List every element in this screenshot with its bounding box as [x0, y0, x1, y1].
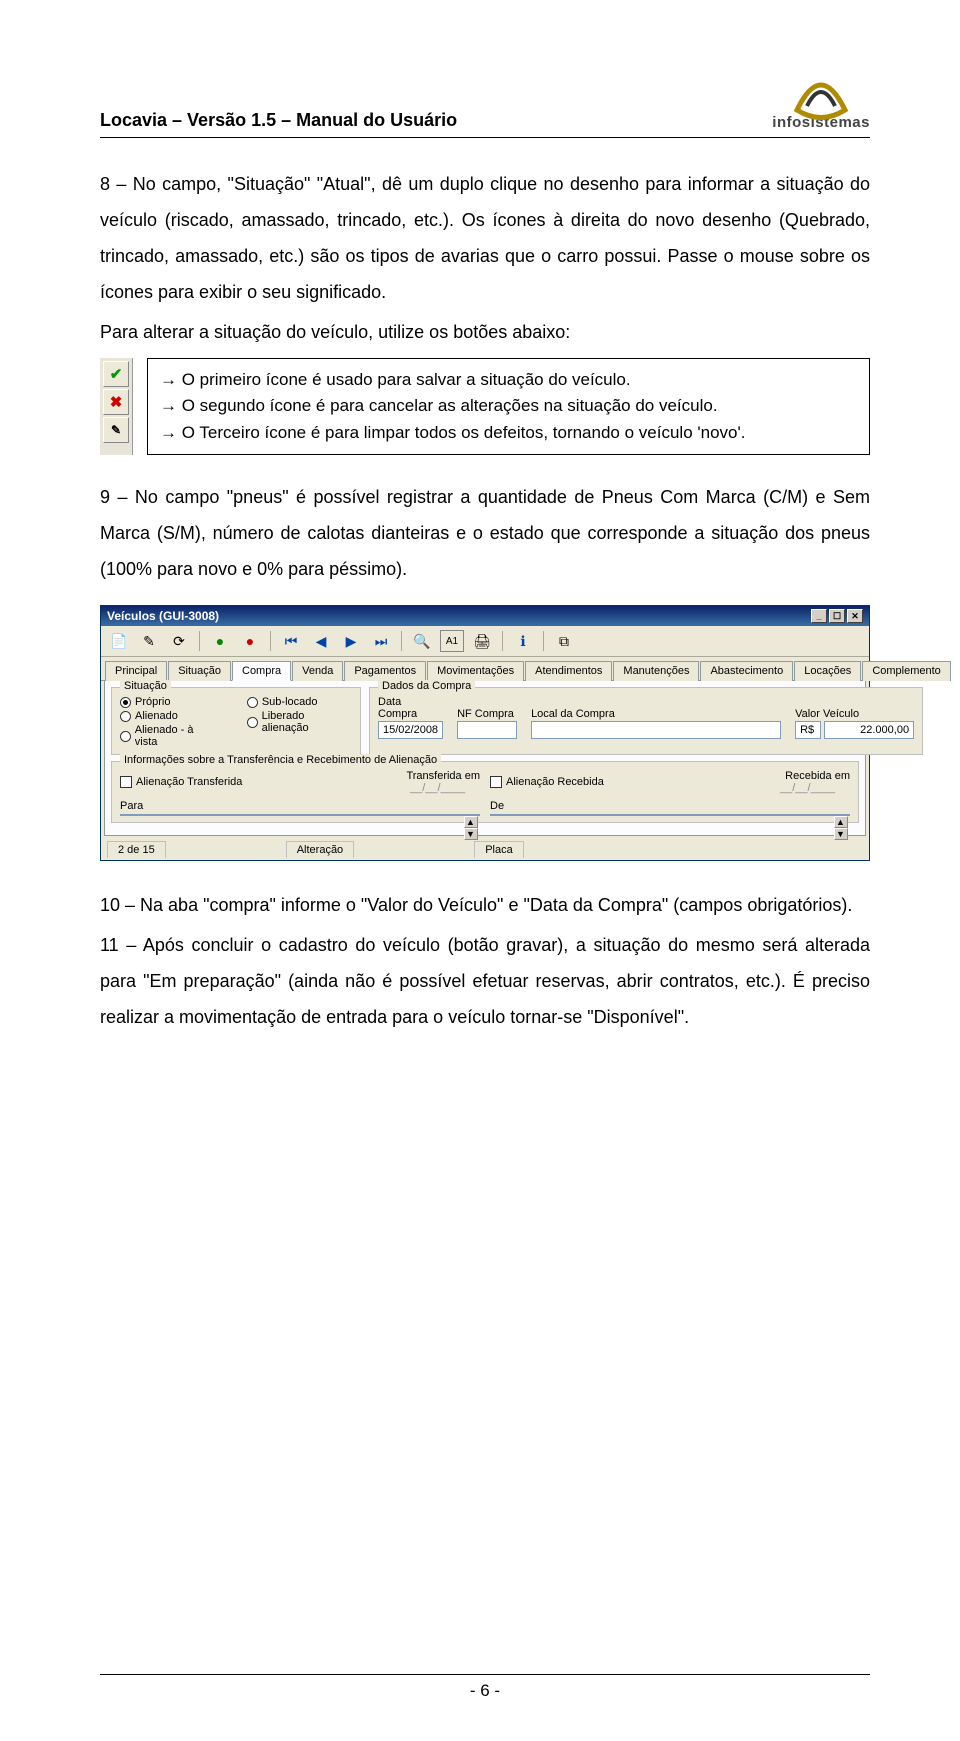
prev-icon[interactable]: ◀ — [309, 630, 333, 652]
tab-movimentacoes[interactable]: Movimentações — [427, 661, 524, 681]
search-icon[interactable]: 🔍 — [410, 630, 434, 652]
dados-compra-group: Dados da Compra Data Compra 15/02/2008 N… — [369, 687, 923, 755]
minimize-button[interactable]: _ — [811, 609, 827, 623]
para-label: Para — [120, 800, 480, 812]
check-transferida[interactable]: Alienação Transferida — [120, 776, 242, 788]
record-alteracao: Alteração — [286, 841, 354, 858]
situacao-group: Situação Próprio Alienado Alienado - à v… — [111, 687, 361, 755]
tab-complemento[interactable]: Complemento — [862, 661, 950, 681]
paragraph-10: 10 – Na aba "compra" informe o "Valor do… — [100, 887, 870, 923]
scroll-up-icon-2[interactable]: ▲ — [834, 816, 848, 828]
clear-defects-button[interactable]: ✎ — [103, 417, 129, 443]
paragraph-8: 8 – No campo, "Situação" "Atual", dê um … — [100, 166, 870, 310]
local-compra-input[interactable] — [531, 721, 781, 739]
check-transferida-label: Alienação Transferida — [136, 776, 242, 788]
page-number: - 6 - — [470, 1681, 500, 1700]
recebida-em-input[interactable]: __/__/____ — [780, 782, 850, 794]
print-icon[interactable]: 🖨 — [470, 630, 494, 652]
transferida-em-input[interactable]: __/__/____ — [410, 782, 480, 794]
maximize-button[interactable]: ☐ — [829, 609, 845, 623]
radio-liberado-label: Liberado alienação — [262, 710, 352, 734]
tab-principal[interactable]: Principal — [105, 661, 167, 681]
last-icon[interactable]: ⏭ — [369, 630, 393, 652]
close-button[interactable]: ✕ — [847, 609, 863, 623]
scroll-up-icon[interactable]: ▲ — [464, 816, 478, 828]
scroll-down-icon-2[interactable]: ▼ — [834, 828, 848, 840]
de-label: De — [490, 800, 850, 812]
valor-prefix: R$ — [795, 721, 821, 739]
scroll-down-icon[interactable]: ▼ — [464, 828, 478, 840]
radio-alienado[interactable]: Alienado — [120, 710, 217, 722]
dados-legend: Dados da Compra — [378, 680, 475, 692]
tab-pagamentos[interactable]: Pagamentos — [344, 661, 426, 681]
copy-icon[interactable]: ⧉ — [552, 630, 576, 652]
callout-line-1: → O primeiro ícone é usado para salvar a… — [160, 367, 857, 393]
radio-proprio-label: Próprio — [135, 696, 170, 708]
paragraph-9: 9 – No campo "pneus" é possível registra… — [100, 479, 870, 587]
tab-compra[interactable]: Compra — [232, 661, 291, 681]
tab-row: Principal Situação Compra Venda Pagament… — [101, 657, 869, 681]
first-icon[interactable]: ⏮ — [279, 630, 303, 652]
info-alienacao-group: Informações sobre a Transferência e Rece… — [111, 761, 859, 823]
next-icon[interactable]: ▶ — [339, 630, 363, 652]
callout-line-3: → O Terceiro ícone é para limpar todos o… — [160, 420, 857, 446]
refresh-icon[interactable]: ⟳ — [167, 630, 191, 652]
radio-alienado-avista[interactable]: Alienado - à vista — [120, 724, 217, 748]
radio-liberado[interactable]: Liberado alienação — [247, 710, 352, 734]
radio-proprio[interactable]: Próprio — [120, 696, 217, 708]
local-compra-label: Local da Compra — [531, 708, 781, 720]
data-compra-label: Data Compra — [378, 696, 443, 720]
radio-sublocado-label: Sub-locado — [262, 696, 318, 708]
radio-alienado-avista-label: Alienado - à vista — [135, 724, 217, 748]
tab-abastecimento[interactable]: Abastecimento — [700, 661, 793, 681]
situacao-legend: Situação — [120, 680, 171, 692]
radio-sublocado[interactable]: Sub-locado — [247, 696, 352, 708]
main-toolbar: 📄 ✎ ⟳ ● ● ⏮ ◀ ▶ ⏭ 🔍 A1 🖨 ℹ ⧉ — [101, 626, 869, 657]
valor-veiculo-input[interactable]: 22.000,00 — [824, 721, 914, 739]
tab-manutencoes[interactable]: Manutenções — [613, 661, 699, 681]
info-icon[interactable]: ℹ — [511, 630, 535, 652]
tab-atendimentos[interactable]: Atendimentos — [525, 661, 612, 681]
tab-locacoes[interactable]: Locações — [794, 661, 861, 681]
callout-line-2: → O segundo ícone é para cancelar as alt… — [160, 393, 857, 419]
nf-compra-input[interactable] — [457, 721, 517, 739]
text-tool-icon[interactable]: A1 — [440, 630, 464, 652]
tab-body: Situação Próprio Alienado Alienado - à v… — [104, 681, 866, 836]
swirl-icon — [787, 70, 855, 120]
situation-icon-toolbar: ✔ ✖ ✎ — [100, 358, 133, 455]
page-footer: - 6 - — [100, 1674, 870, 1701]
record-bar: 2 de 15 Alteração Placa — [101, 839, 869, 860]
new-icon[interactable]: 📄 — [107, 630, 131, 652]
record-count: 2 de 15 — [107, 841, 166, 858]
tab-venda[interactable]: Venda — [292, 661, 343, 681]
window-titlebar: Veículos (GUI-3008) _ ☐ ✕ — [101, 606, 869, 626]
paragraph-11: 11 – Após concluir o cadastro do veículo… — [100, 927, 870, 1035]
de-textarea[interactable]: ▲ ▼ — [490, 814, 850, 816]
cancel-situation-button[interactable]: ✖ — [103, 389, 129, 415]
window-title: Veículos (GUI-3008) — [107, 609, 219, 623]
brand-logo: infosistemas — [772, 70, 870, 131]
save-situation-button[interactable]: ✔ — [103, 361, 129, 387]
valor-veiculo-label: Valor Veículo — [795, 708, 914, 720]
confirm-icon[interactable]: ● — [208, 630, 232, 652]
para-textarea[interactable]: ▲ ▼ — [120, 814, 480, 816]
info-legend: Informações sobre a Transferência e Rece… — [120, 754, 441, 766]
doc-title: Locavia – Versão 1.5 – Manual do Usuário — [100, 110, 457, 131]
nf-compra-label: NF Compra — [457, 708, 517, 720]
check-recebida-label: Alienação Recebida — [506, 776, 604, 788]
edit-icon[interactable]: ✎ — [137, 630, 161, 652]
transferida-em-label: Transferida em — [406, 770, 480, 782]
check-recebida[interactable]: Alienação Recebida — [490, 776, 604, 788]
callout-box: → O primeiro ícone é usado para salvar a… — [147, 358, 870, 455]
tab-situacao[interactable]: Situação — [168, 661, 231, 681]
radio-alienado-label: Alienado — [135, 710, 178, 722]
data-compra-input[interactable]: 15/02/2008 — [378, 721, 443, 739]
cancel-icon[interactable]: ● — [238, 630, 262, 652]
paragraph-8b: Para alterar a situação do veículo, util… — [100, 314, 870, 350]
recebida-em-label: Recebida em — [785, 770, 850, 782]
vehicle-window: Veículos (GUI-3008) _ ☐ ✕ 📄 ✎ ⟳ ● ● ⏮ ◀ … — [100, 605, 870, 861]
record-placa: Placa — [474, 841, 524, 858]
header-divider — [100, 137, 870, 138]
